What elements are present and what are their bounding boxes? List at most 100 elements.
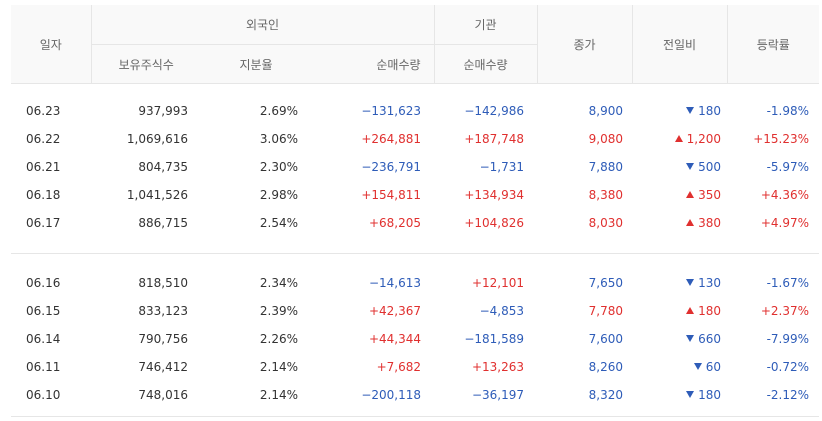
table-row: 06.10 748,016 2.14% −200,118 −36,197 8,3…	[11, 381, 819, 409]
cell-date: 06.17	[26, 216, 61, 230]
cell-rate: +4.97%	[760, 216, 810, 230]
cell-share: 2.98%	[259, 188, 298, 202]
cell-inst-net: +134,934	[464, 188, 525, 202]
cell-close: 8,260	[588, 360, 624, 374]
cell-date: 06.21	[26, 160, 61, 174]
investor-trading-table-panel: 일자 외국인 기관 종가 전일비 등락률 보유주식수 지분율 순매수량 순매수량…	[0, 0, 822, 421]
triangle-up-icon	[686, 307, 695, 314]
table-row: 06.22 1,069,616 3.06% +264,881 +187,748 …	[11, 125, 819, 153]
triangle-up-icon	[686, 191, 695, 198]
change-value: 60	[705, 360, 722, 374]
cell-change: 180	[632, 381, 727, 409]
cell-foreign-net: +7,682	[376, 360, 422, 374]
cell-date: 06.22	[26, 132, 61, 146]
cell-holdings: 818,510	[138, 276, 188, 290]
cell-date: 06.11	[26, 360, 61, 374]
triangle-up-icon	[686, 219, 695, 226]
cell-inst-net: +104,826	[464, 216, 525, 230]
table-body: 06.23 937,993 2.69% −131,623 −142,986 8,…	[11, 84, 820, 417]
cell-rate: -5.97%	[766, 160, 810, 174]
header-foreign: 외국인	[90, 5, 435, 45]
triangle-down-icon	[686, 279, 695, 286]
change-value: 180	[698, 304, 722, 318]
cell-date: 06.18	[26, 188, 61, 202]
change-value: 500	[698, 160, 722, 174]
cell-inst-net: +13,263	[471, 360, 525, 374]
cell-close: 8,320	[588, 388, 624, 402]
cell-holdings: 746,412	[138, 360, 188, 374]
cell-share: 3.06%	[259, 132, 298, 146]
table-row: 06.21 804,735 2.30% −236,791 −1,731 7,88…	[11, 153, 819, 181]
cell-share: 2.14%	[259, 360, 298, 374]
cell-inst-net: +12,101	[471, 276, 525, 290]
triangle-down-icon	[686, 391, 695, 398]
header-institution: 기관	[433, 5, 538, 45]
cell-rate: -2.12%	[766, 388, 810, 402]
header-holdings: 보유주식수	[90, 44, 201, 84]
cell-inst-net: −36,197	[471, 388, 525, 402]
cell-holdings: 886,715	[138, 216, 188, 230]
cell-change: 1,200	[632, 125, 727, 153]
row-spacer	[11, 84, 819, 98]
change-value: 130	[698, 276, 722, 290]
cell-change: 180	[632, 297, 727, 325]
row-group-divider	[11, 237, 820, 254]
cell-inst-net: −181,589	[464, 332, 525, 346]
cell-close: 7,780	[588, 304, 624, 318]
cell-foreign-net: −131,623	[361, 104, 422, 118]
cell-close: 8,030	[588, 216, 624, 230]
cell-foreign-net: +154,811	[361, 188, 422, 202]
header-change: 전일비	[631, 5, 728, 84]
triangle-down-icon	[686, 163, 695, 170]
cell-foreign-net: −200,118	[361, 388, 422, 402]
triangle-down-icon	[686, 107, 695, 114]
change-value: 660	[698, 332, 722, 346]
cell-share: 2.54%	[259, 216, 298, 230]
investor-trading-table: 일자 외국인 기관 종가 전일비 등락률 보유주식수 지분율 순매수량 순매수량…	[11, 5, 820, 417]
cell-rate: -7.99%	[766, 332, 810, 346]
cell-close: 7,880	[588, 160, 624, 174]
cell-date: 06.15	[26, 304, 61, 318]
cell-holdings: 937,993	[138, 104, 188, 118]
cell-rate: -0.72%	[766, 360, 810, 374]
cell-share: 2.26%	[259, 332, 298, 346]
cell-date: 06.10	[26, 388, 61, 402]
change-value: 1,200	[686, 132, 722, 146]
cell-inst-net: −4,853	[479, 304, 525, 318]
header-date: 일자	[11, 5, 91, 84]
triangle-down-icon	[693, 363, 702, 370]
cell-inst-net: −1,731	[479, 160, 525, 174]
cell-holdings: 790,756	[138, 332, 188, 346]
cell-rate: -1.98%	[766, 104, 810, 118]
cell-foreign-net: +44,344	[368, 332, 422, 346]
cell-change: 380	[632, 209, 727, 237]
cell-close: 7,600	[588, 332, 624, 346]
cell-rate: +2.37%	[760, 304, 810, 318]
change-value: 180	[698, 104, 722, 118]
table-row: 06.18 1,041,526 2.98% +154,811 +134,934 …	[11, 181, 819, 209]
table-row: 06.11 746,412 2.14% +7,682 +13,263 8,260…	[11, 353, 819, 381]
cell-foreign-net: −236,791	[361, 160, 422, 174]
cell-holdings: 804,735	[138, 160, 188, 174]
cell-change: 60	[632, 353, 727, 381]
row-spacer	[11, 254, 819, 270]
cell-foreign-net: −14,613	[368, 276, 422, 290]
table-row: 06.16 818,510 2.34% −14,613 +12,101 7,65…	[11, 269, 819, 297]
table-row: 06.17 886,715 2.54% +68,205 +104,826 8,0…	[11, 209, 819, 237]
cell-close: 8,380	[588, 188, 624, 202]
cell-change: 130	[632, 269, 727, 297]
cell-holdings: 1,041,526	[126, 188, 188, 202]
cell-change: 350	[632, 181, 727, 209]
cell-date: 06.14	[26, 332, 61, 346]
cell-rate: -1.67%	[766, 276, 810, 290]
cell-holdings: 748,016	[138, 388, 188, 402]
cell-share: 2.14%	[259, 388, 298, 402]
cell-holdings: 1,069,616	[126, 132, 188, 146]
cell-change: 500	[632, 153, 727, 181]
table-row: 06.23 937,993 2.69% −131,623 −142,986 8,…	[11, 97, 819, 125]
cell-close: 9,080	[588, 132, 624, 146]
cell-close: 8,900	[588, 104, 624, 118]
cell-rate: +15.23%	[753, 132, 810, 146]
triangle-up-icon	[674, 135, 683, 142]
cell-inst-net: −142,986	[464, 104, 525, 118]
